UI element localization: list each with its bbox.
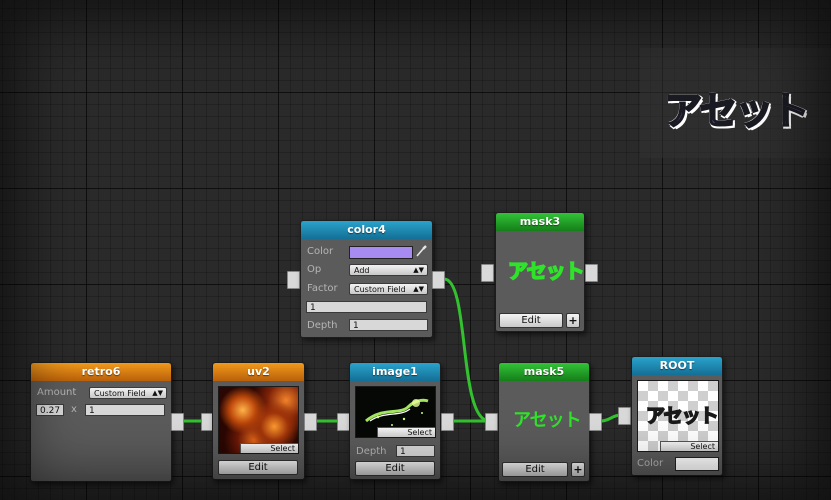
- mask5-add-button[interactable]: +: [571, 462, 585, 477]
- times-label: x: [71, 404, 77, 415]
- node-image1-title[interactable]: image1: [350, 363, 440, 381]
- depth-label: Depth: [307, 320, 338, 331]
- dropdown-arrow-icon: ▲▼: [152, 389, 163, 397]
- root-preview-art: アセット: [645, 404, 718, 428]
- amount-label: Amount: [37, 387, 77, 398]
- node-image1[interactable]: image1 Select Depth 1 Edit: [349, 362, 441, 480]
- color-swatch[interactable]: [349, 246, 413, 259]
- uv2-output-port[interactable]: [304, 413, 317, 431]
- node-color4-title[interactable]: color4: [301, 221, 432, 239]
- root-input-port[interactable]: [618, 407, 631, 425]
- factor-label: Factor: [307, 283, 338, 294]
- uv2-select-button[interactable]: Select: [240, 443, 298, 453]
- image1-depth-field[interactable]: 1: [396, 445, 435, 457]
- mask5-output-port[interactable]: [589, 413, 602, 431]
- image1-texture-thumbnail: Select: [355, 386, 436, 438]
- image1-depth-label: Depth: [356, 446, 387, 457]
- amount-mode-value: Custom Field: [94, 389, 146, 398]
- factor-dropdown[interactable]: Custom Field ▲▼: [349, 283, 428, 295]
- depth-field[interactable]: 1: [349, 319, 428, 331]
- mask3-input-port[interactable]: [481, 264, 494, 282]
- root-preview-thumbnail: アセット Select: [637, 380, 719, 452]
- node-retro6[interactable]: retro6 Amount Custom Field ▲▼ 0.27 x 1: [30, 362, 172, 482]
- root-select-button[interactable]: Select: [660, 441, 718, 451]
- node-root[interactable]: ROOT アセット Select Color: [631, 356, 723, 476]
- dropdown-arrow-icon: ▲▼: [413, 285, 424, 293]
- color-label: Color: [307, 246, 334, 257]
- factor-field[interactable]: 1: [306, 301, 427, 313]
- color4-output-port[interactable]: [432, 271, 445, 289]
- retro6-output-port[interactable]: [171, 413, 184, 431]
- node-mask3-title[interactable]: mask3: [496, 213, 584, 231]
- amount-value-b-field[interactable]: 1: [85, 404, 165, 416]
- op-label: Op: [307, 264, 322, 275]
- eyedropper-icon[interactable]: [415, 244, 428, 258]
- node-mask3[interactable]: mask3 アセット Edit +: [495, 212, 585, 332]
- image1-output-port[interactable]: [441, 413, 454, 431]
- amount-mode-dropdown[interactable]: Custom Field ▲▼: [89, 387, 167, 399]
- node-root-title[interactable]: ROOT: [632, 357, 722, 375]
- node-mask5-title[interactable]: mask5: [499, 363, 589, 381]
- mask5-input-port[interactable]: [485, 413, 498, 431]
- uv2-edit-button[interactable]: Edit: [218, 460, 298, 475]
- dropdown-arrow-icon: ▲▼: [413, 266, 424, 274]
- mask3-edit-button[interactable]: Edit: [499, 313, 563, 328]
- amount-value-a-field[interactable]: 0.27: [36, 404, 64, 416]
- op-dropdown[interactable]: Add ▲▼: [349, 264, 428, 276]
- node-mask5[interactable]: mask5 アセット Edit +: [498, 362, 590, 482]
- uv2-texture-thumbnail: Select: [218, 386, 299, 454]
- wire-color4-mask5: [443, 277, 490, 423]
- mask3-add-button[interactable]: +: [566, 313, 580, 328]
- mask5-edit-button[interactable]: Edit: [502, 462, 568, 477]
- root-color-label: Color: [637, 458, 664, 469]
- mask3-output-port[interactable]: [585, 264, 598, 282]
- node-retro6-title[interactable]: retro6: [31, 363, 171, 381]
- preview-logo-art: アセット: [663, 88, 810, 134]
- op-value: Add: [354, 266, 370, 275]
- node-color4[interactable]: color4 Color Op Add ▲▼ Factor Custom Fie…: [300, 220, 433, 338]
- factor-value: Custom Field: [354, 285, 406, 294]
- mask3-preview-art: アセット: [507, 258, 585, 284]
- color4-input-port[interactable]: [287, 271, 300, 289]
- root-color-swatch[interactable]: [675, 457, 719, 471]
- image1-edit-button[interactable]: Edit: [355, 461, 435, 476]
- mask5-preview-art: アセット: [513, 410, 582, 431]
- image1-select-button[interactable]: Select: [377, 427, 435, 437]
- node-uv2-title[interactable]: uv2: [213, 363, 304, 381]
- node-uv2[interactable]: uv2 Select Edit: [212, 362, 305, 480]
